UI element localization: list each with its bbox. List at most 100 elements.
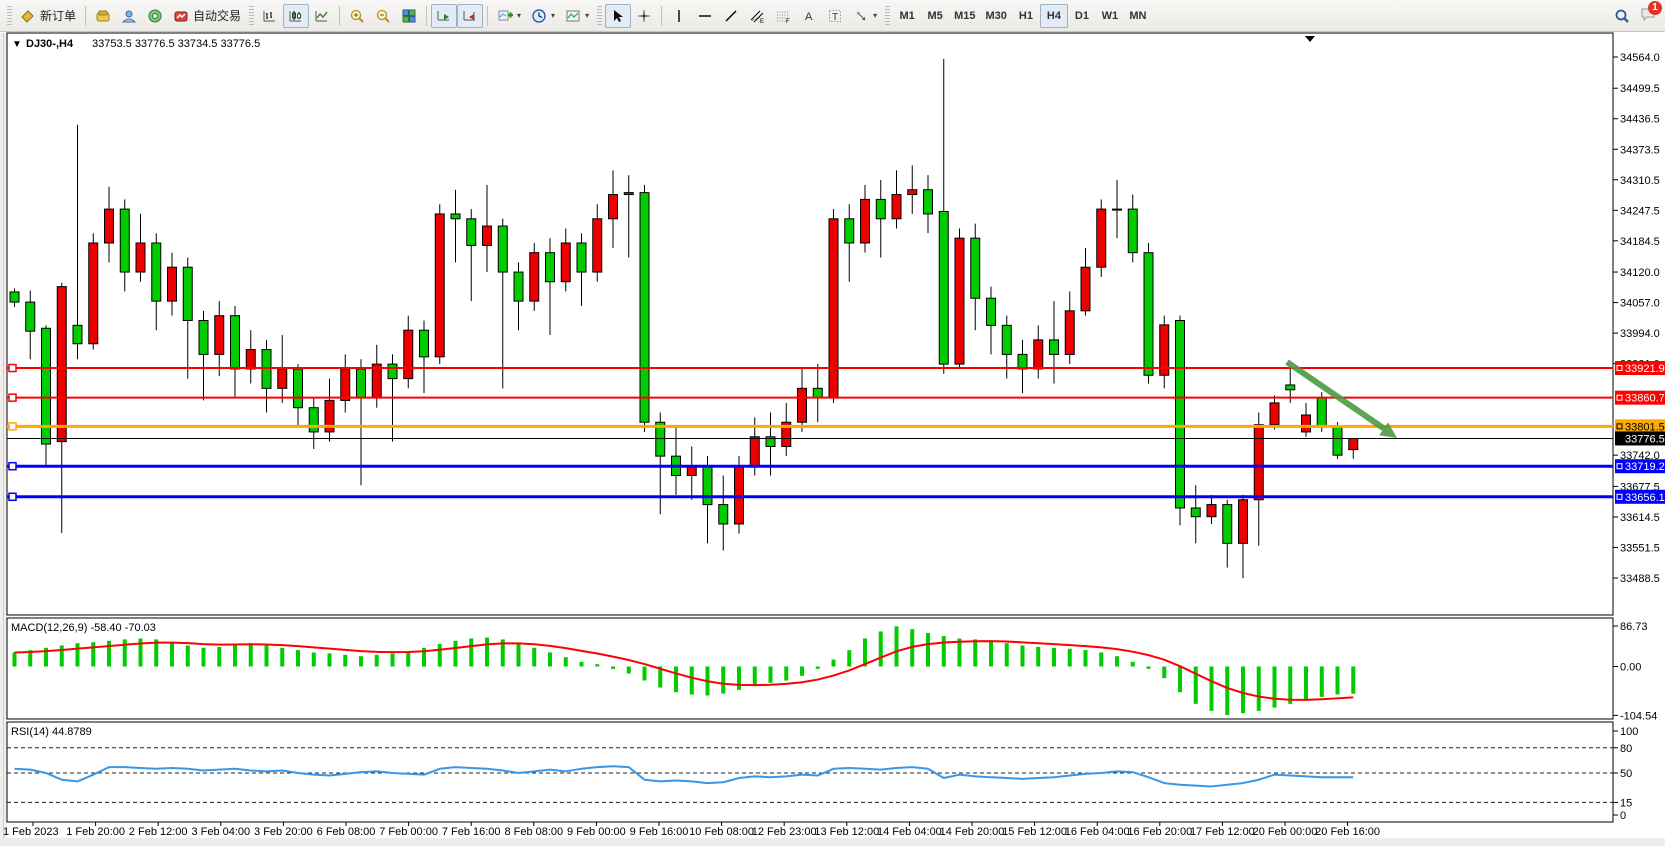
- tile-windows-icon: [401, 8, 417, 24]
- text-label-button[interactable]: T: [822, 4, 848, 28]
- candle-body: [1333, 427, 1342, 455]
- candle-body: [10, 292, 19, 302]
- signals-button[interactable]: [142, 4, 168, 28]
- line-chart-button[interactable]: [309, 4, 335, 28]
- macd-histogram-bar: [973, 639, 977, 666]
- autotrading-icon: [173, 8, 189, 24]
- candle-body: [498, 226, 507, 272]
- timeframe-button-w1[interactable]: W1: [1096, 4, 1124, 28]
- community-button[interactable]: [116, 4, 142, 28]
- macd-histogram-bar: [312, 652, 316, 666]
- timeframe-button-m30[interactable]: M30: [981, 4, 1012, 28]
- candle-body: [294, 369, 303, 408]
- macd-histogram-bar: [690, 667, 694, 695]
- equidistant-channel-icon: E: [749, 8, 765, 24]
- chart-shift-button[interactable]: [457, 4, 483, 28]
- history-icon: [95, 8, 111, 24]
- candle-body: [908, 190, 917, 195]
- new-order-button[interactable]: 新订单: [15, 4, 81, 28]
- hline-price-text: 33860.7: [1625, 393, 1665, 405]
- periods-button[interactable]: ▾: [526, 4, 560, 28]
- auto-scroll-button[interactable]: [431, 4, 457, 28]
- fibonacci-button[interactable]: F: [770, 4, 796, 28]
- macd-label: MACD(12,26,9) -58.40 -70.03: [11, 622, 156, 634]
- candle-body: [73, 325, 82, 343]
- search-button[interactable]: [1609, 4, 1635, 28]
- timeframe-button-m5[interactable]: M5: [921, 4, 949, 28]
- macd-histogram-bar: [1147, 667, 1151, 669]
- candlestick-chart-button[interactable]: [283, 4, 309, 28]
- time-axis: 1 Feb 20231 Feb 20:002 Feb 12:003 Feb 04…: [3, 822, 1380, 838]
- macd-panel: [7, 618, 1613, 719]
- macd-histogram-bar: [517, 643, 521, 666]
- macd-histogram-bar: [580, 662, 584, 667]
- toolbar-grip[interactable]: [249, 6, 254, 26]
- candle-body: [168, 267, 177, 301]
- periods-clock-icon: [531, 8, 547, 24]
- candle-body: [1302, 415, 1311, 432]
- svg-text:A: A: [805, 11, 813, 23]
- trendline-button[interactable]: [718, 4, 744, 28]
- time-tick-label: 14 Feb 20:00: [940, 826, 1005, 838]
- new-order-icon: [20, 8, 36, 24]
- separator: [85, 6, 86, 26]
- hline-handle[interactable]: [9, 394, 16, 401]
- time-tick-label: 17 Feb 12:00: [1190, 826, 1255, 838]
- time-tick-label: 1 Feb 20:00: [66, 826, 125, 838]
- candle-body: [357, 369, 366, 398]
- timeframe-button-h4[interactable]: H4: [1040, 4, 1068, 28]
- bar-chart-icon: [262, 8, 278, 24]
- candle-body: [1254, 425, 1263, 500]
- timeframe-button-m15[interactable]: M15: [949, 4, 980, 28]
- arrows-button[interactable]: ▾: [848, 4, 882, 28]
- timeframe-button-m1[interactable]: M1: [893, 4, 921, 28]
- price-axis: 34564.034499.534436.534373.534310.534247…: [1613, 52, 1660, 585]
- candle-body: [1270, 403, 1279, 425]
- vertical-line-button[interactable]: [666, 4, 692, 28]
- templates-button[interactable]: ▾: [560, 4, 594, 28]
- time-tick-label: 14 Feb 04:00: [877, 826, 942, 838]
- hline-handle[interactable]: [9, 423, 16, 430]
- time-tick-label: 6 Feb 08:00: [317, 826, 376, 838]
- macd-histogram-bar: [611, 667, 615, 669]
- candle-body: [388, 364, 397, 379]
- toolbar-grip[interactable]: [597, 6, 602, 26]
- hline-handle[interactable]: [9, 493, 16, 500]
- candle-body: [483, 226, 492, 245]
- cursor-button[interactable]: [605, 4, 631, 28]
- tile-windows-button[interactable]: [396, 4, 422, 28]
- timeframe-button-h1[interactable]: H1: [1012, 4, 1040, 28]
- auto-scroll-icon: [436, 8, 452, 24]
- text-button[interactable]: A: [796, 4, 822, 28]
- timeframe-button-mn[interactable]: MN: [1124, 4, 1152, 28]
- toolbar-grip[interactable]: [885, 6, 890, 26]
- candle-body: [420, 330, 429, 357]
- separator: [339, 6, 340, 26]
- history-center-button[interactable]: [90, 4, 116, 28]
- dropdown-caret: ▾: [551, 11, 555, 20]
- bar-chart-button[interactable]: [257, 4, 283, 28]
- horizontal-line-button[interactable]: [692, 4, 718, 28]
- equidistant-channel-button[interactable]: E: [744, 4, 770, 28]
- candle-body: [561, 243, 570, 282]
- time-tick-label: 1 Feb 2023: [3, 826, 59, 838]
- separator: [426, 6, 427, 26]
- timeframe-button-d1[interactable]: D1: [1068, 4, 1096, 28]
- zoom-out-button[interactable]: [370, 4, 396, 28]
- collapse-icon[interactable]: ▼: [12, 39, 22, 50]
- separator: [661, 6, 662, 26]
- indicators-button[interactable]: ▾: [492, 4, 526, 28]
- candle-body: [892, 195, 901, 219]
- crosshair-button[interactable]: [631, 4, 657, 28]
- macd-histogram-bar: [1099, 652, 1103, 666]
- timeframe-label: M5: [927, 10, 942, 22]
- hline-handle[interactable]: [9, 365, 16, 372]
- toolbar-grip[interactable]: [7, 6, 12, 26]
- zoom-in-button[interactable]: [344, 4, 370, 28]
- chat-button[interactable]: 1: [1635, 4, 1661, 28]
- macd-histogram-bar: [123, 639, 127, 666]
- candlestick-chart-icon: [288, 8, 304, 24]
- horizontal-line-icon: [697, 8, 713, 24]
- autotrading-button[interactable]: 自动交易: [168, 4, 246, 28]
- hline-handle[interactable]: [9, 463, 16, 470]
